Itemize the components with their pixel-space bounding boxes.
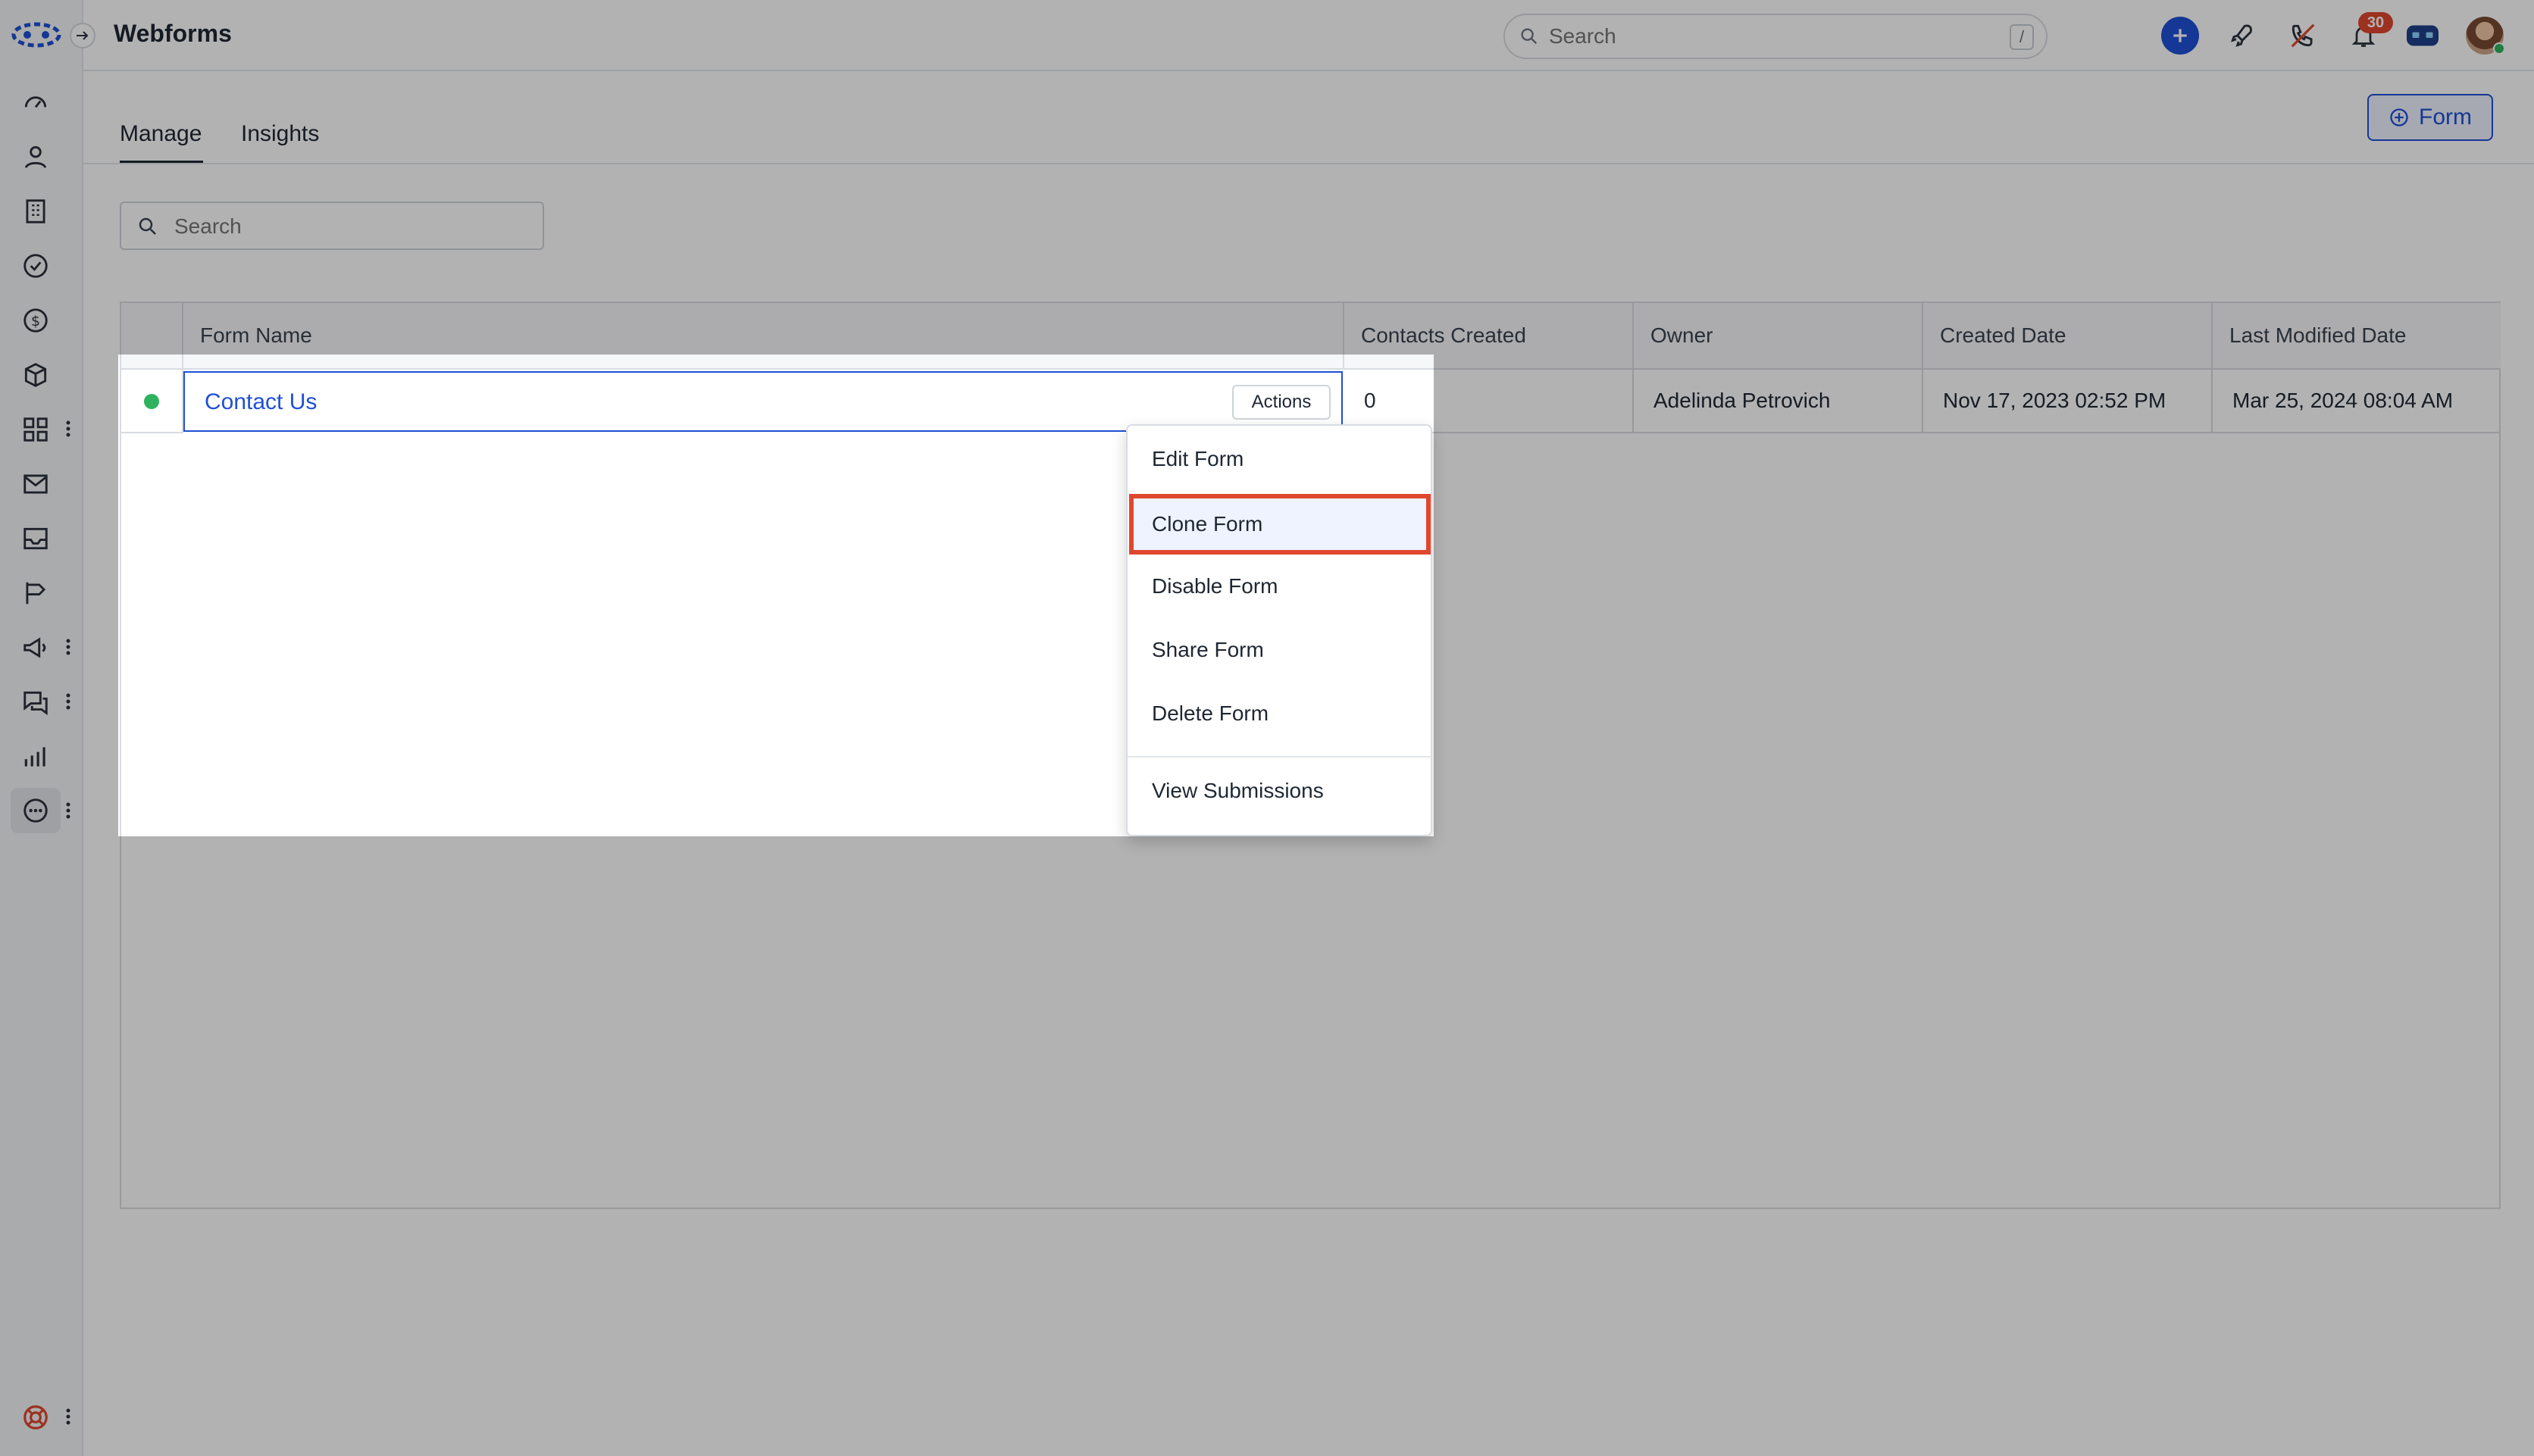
dim-overlay-bottom: [0, 836, 2534, 1456]
menu-item-view-submissions[interactable]: View Submissions: [1128, 761, 1431, 821]
form-name-cell[interactable]: Contact Us Actions: [183, 371, 1343, 432]
menu-item-clone-form[interactable]: Clone Form: [1129, 494, 1431, 555]
dim-overlay-right: [1434, 355, 2534, 836]
actions-menu: Edit Form Clone Form Disable Form Share …: [1126, 424, 1432, 836]
dim-overlay-left: [0, 355, 118, 836]
menu-item-share-form[interactable]: Share Form: [1128, 620, 1431, 680]
app-window: $ Webforms Search / 30 Manage Insights F…: [0, 0, 2534, 1456]
actions-button[interactable]: Actions: [1232, 385, 1331, 420]
menu-item-edit-form[interactable]: Edit Form: [1128, 429, 1431, 489]
menu-divider: [1128, 756, 1431, 758]
menu-item-disable-form[interactable]: Disable Form: [1128, 556, 1431, 617]
dim-overlay-top: [0, 0, 2534, 355]
form-name-link[interactable]: Contact Us: [205, 389, 317, 415]
status-active-indicator: [144, 394, 159, 409]
menu-item-delete-form[interactable]: Delete Form: [1128, 683, 1431, 744]
